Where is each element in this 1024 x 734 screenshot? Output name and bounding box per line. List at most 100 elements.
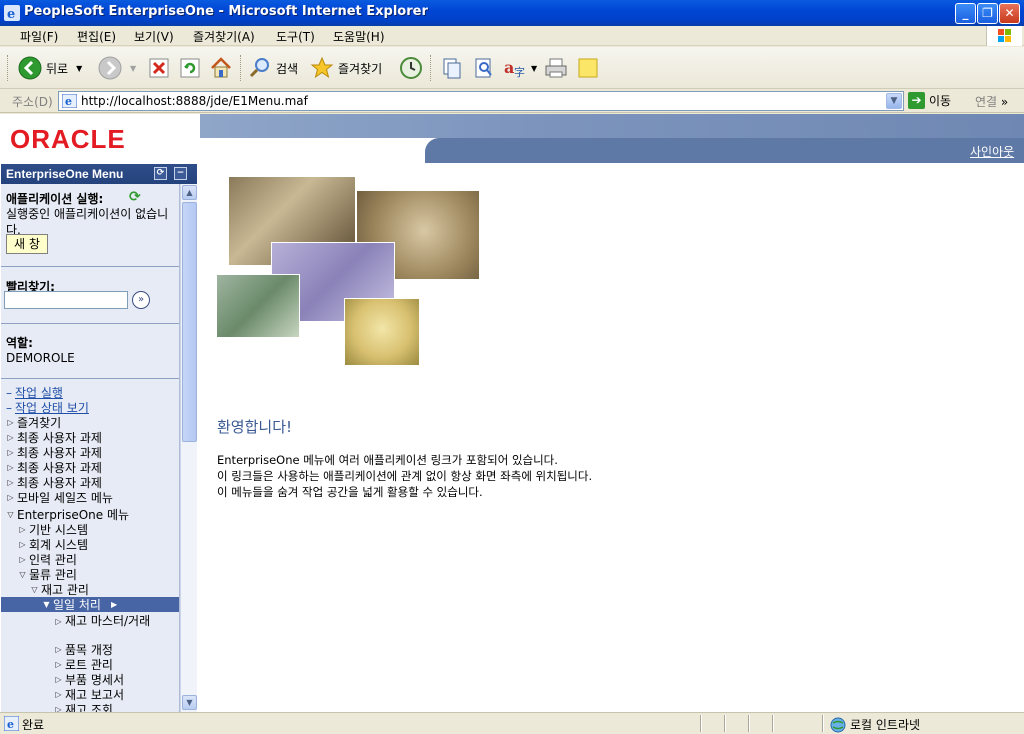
menu-tools[interactable]: 도구(T)	[276, 28, 315, 45]
scroll-up-icon[interactable]: ▲	[182, 185, 197, 200]
menu-bar: 파일(F) 편집(E) 보기(V) 즐겨찾기(A) 도구(T) 도움말(H)	[0, 26, 1024, 46]
back-button[interactable]: 뒤로 ▼	[18, 54, 82, 82]
expand-arrow-icon[interactable]: ▷	[6, 478, 15, 487]
history-icon	[400, 57, 422, 79]
refresh-button[interactable]	[179, 54, 201, 82]
svg-text:e: e	[7, 7, 15, 21]
tree-item-logistics[interactable]: ▽ 물류 관리	[18, 567, 77, 582]
expand-arrow-icon[interactable]: ▷	[54, 690, 63, 699]
collapse-menu-icon[interactable]: −	[174, 167, 187, 180]
maximize-button[interactable]: ❐	[977, 3, 998, 24]
expand-arrow-icon[interactable]: ▷	[6, 418, 15, 427]
expand-arrow-icon[interactable]: ▷	[54, 675, 63, 684]
print-button[interactable]	[543, 54, 569, 82]
menu-favorites[interactable]: 즐겨찾기(A)	[193, 28, 255, 45]
forward-dropdown-icon[interactable]: ▼	[130, 64, 136, 73]
submenu-arrow-icon[interactable]: ▶	[111, 600, 117, 609]
close-button[interactable]: ✕	[999, 3, 1020, 24]
back-dropdown-icon[interactable]: ▼	[76, 64, 82, 73]
quick-search-go-icon[interactable]: »	[132, 291, 150, 309]
toolbar-grip[interactable]	[7, 55, 10, 81]
collapse-arrow-icon[interactable]: ▽	[30, 585, 39, 594]
expand-arrow-icon[interactable]: ▷	[6, 433, 15, 442]
tree-item-reports[interactable]: ▷ 재고 보고서	[54, 687, 124, 702]
menu-help[interactable]: 도움말(H)	[333, 28, 385, 45]
oracle-logo: ORACLE	[10, 124, 126, 154]
signout-link[interactable]: 사인아웃	[970, 143, 1014, 160]
expand-arrow-icon[interactable]: ▷	[18, 525, 27, 534]
refresh-menu-icon[interactable]: ⟳	[154, 167, 167, 180]
tree-item-user-task-2[interactable]: ▷ 최종 사용자 과제	[6, 445, 102, 460]
intranet-globe-icon	[830, 717, 846, 732]
address-dropdown-icon[interactable]: ▼	[886, 93, 902, 109]
favorites-button[interactable]: 즐겨찾기	[310, 54, 382, 82]
translate-dropdown-icon[interactable]: ▼	[531, 64, 537, 73]
divider-2	[1, 378, 179, 379]
search-button[interactable]: 검색	[248, 54, 298, 82]
expand-arrow-icon[interactable]: ▷	[54, 660, 63, 669]
home-button[interactable]	[209, 54, 233, 82]
tree-item-item-master[interactable]: ▷ 재고 마스터/거래	[54, 614, 155, 644]
forward-button[interactable]: ▼	[98, 54, 136, 82]
stop-button[interactable]	[148, 54, 170, 82]
expand-arrow-icon[interactable]: ▷	[6, 463, 15, 472]
menu-edit[interactable]: 편집(E)	[77, 28, 116, 45]
tree-item-job-status[interactable]: – 작업 상태 보기	[6, 400, 89, 416]
tree-item-e1-menu[interactable]: ▽ EnterpriseOne 메뉴	[6, 507, 129, 522]
tree-item-mobile-sales[interactable]: ▷ 모바일 세일즈 메뉴	[6, 490, 113, 505]
tree-item-user-task-3[interactable]: ▷ 최종 사용자 과제	[6, 460, 102, 475]
stop-icon	[149, 58, 169, 78]
links-label: 연결	[975, 95, 998, 109]
expand-arrow-icon[interactable]: ▷	[54, 645, 63, 654]
minimize-button[interactable]: _	[955, 3, 976, 24]
translate-button[interactable]: a 字 ▼	[503, 54, 537, 82]
title-bar: e PeopleSoft EnterpriseOne - Microsoft I…	[0, 0, 1024, 26]
tree-item-user-task-1[interactable]: ▷ 최종 사용자 과제	[6, 430, 102, 445]
translate-icon: a 字	[504, 58, 525, 79]
tree-item-run-job[interactable]: – 작업 실행	[6, 385, 63, 401]
chevron-right-icon[interactable]: »	[1001, 95, 1008, 109]
tree-item-user-task-4[interactable]: ▷ 최종 사용자 과제	[6, 475, 102, 490]
go-button[interactable]: ➔ 이동	[908, 92, 951, 109]
scroll-down-icon[interactable]: ▼	[182, 695, 197, 710]
tree-item-accounting[interactable]: ▷ 회계 시스템	[18, 537, 88, 552]
tree-item-hr[interactable]: ▷ 인력 관리	[18, 552, 77, 567]
status-separator	[822, 715, 824, 732]
banner-stripe	[200, 114, 1024, 138]
links-toolbar[interactable]: 연결 »	[975, 93, 1008, 110]
description-line: 이 링크들은 사용하는 애플리케이션에 관계 없이 항상 화면 좌측에 위치됩니…	[217, 469, 593, 483]
expand-arrow-icon[interactable]: ▷	[18, 540, 27, 549]
preview-button[interactable]	[472, 54, 496, 82]
tree-item-lot[interactable]: ▷ 로트 관리	[54, 657, 113, 672]
tree-item-inquiries[interactable]: ▷ 재고 조회	[54, 702, 113, 712]
tree-item-revisions[interactable]: ▷ 품목 개정	[54, 642, 113, 657]
tree-label: 재고 조회	[65, 703, 113, 712]
address-input[interactable]: e http://localhost:8888/jde/E1Menu.maf ▼	[58, 91, 904, 111]
tree-item-bom[interactable]: ▷ 부품 명세서	[54, 672, 124, 687]
tree-item-foundation[interactable]: ▷ 기반 시스템	[18, 522, 88, 537]
expand-arrow-icon[interactable]: ▷	[18, 555, 27, 564]
expand-arrow-icon[interactable]: ▷	[54, 705, 63, 712]
history-button[interactable]	[398, 54, 424, 82]
expand-arrow-icon[interactable]: ▷	[6, 493, 15, 502]
expand-arrow-icon[interactable]: ▷	[54, 617, 63, 626]
tree-item-daily-processing[interactable]: ▼ 일일 처리 ▶	[1, 597, 179, 612]
tree-label: 모바일 세일즈 메뉴	[17, 491, 113, 505]
status-separator	[700, 715, 702, 732]
collapse-arrow-icon[interactable]: ▼	[42, 600, 51, 609]
tree-item-favorites[interactable]: ▷ 즐겨찾기	[6, 415, 61, 430]
scroll-thumb[interactable]	[182, 202, 197, 442]
tree-item-inventory[interactable]: ▽ 재고 관리	[30, 582, 89, 597]
menu-panel-title: EnterpriseOne Menu	[6, 167, 124, 181]
menu-scrollbar[interactable]: ▲ ▼	[180, 184, 197, 712]
menu-file[interactable]: 파일(F)	[20, 28, 58, 45]
copy-button[interactable]	[440, 54, 464, 82]
tree-label: 일일 처리	[53, 598, 101, 612]
collapse-arrow-icon[interactable]: ▽	[18, 570, 27, 579]
note-button[interactable]	[576, 54, 600, 82]
menu-view[interactable]: 보기(V)	[134, 28, 174, 45]
page-icon: e	[62, 94, 77, 108]
quick-search-input[interactable]	[4, 291, 128, 309]
expand-arrow-icon[interactable]: ▷	[6, 448, 15, 457]
collapse-arrow-icon[interactable]: ▽	[6, 510, 15, 519]
